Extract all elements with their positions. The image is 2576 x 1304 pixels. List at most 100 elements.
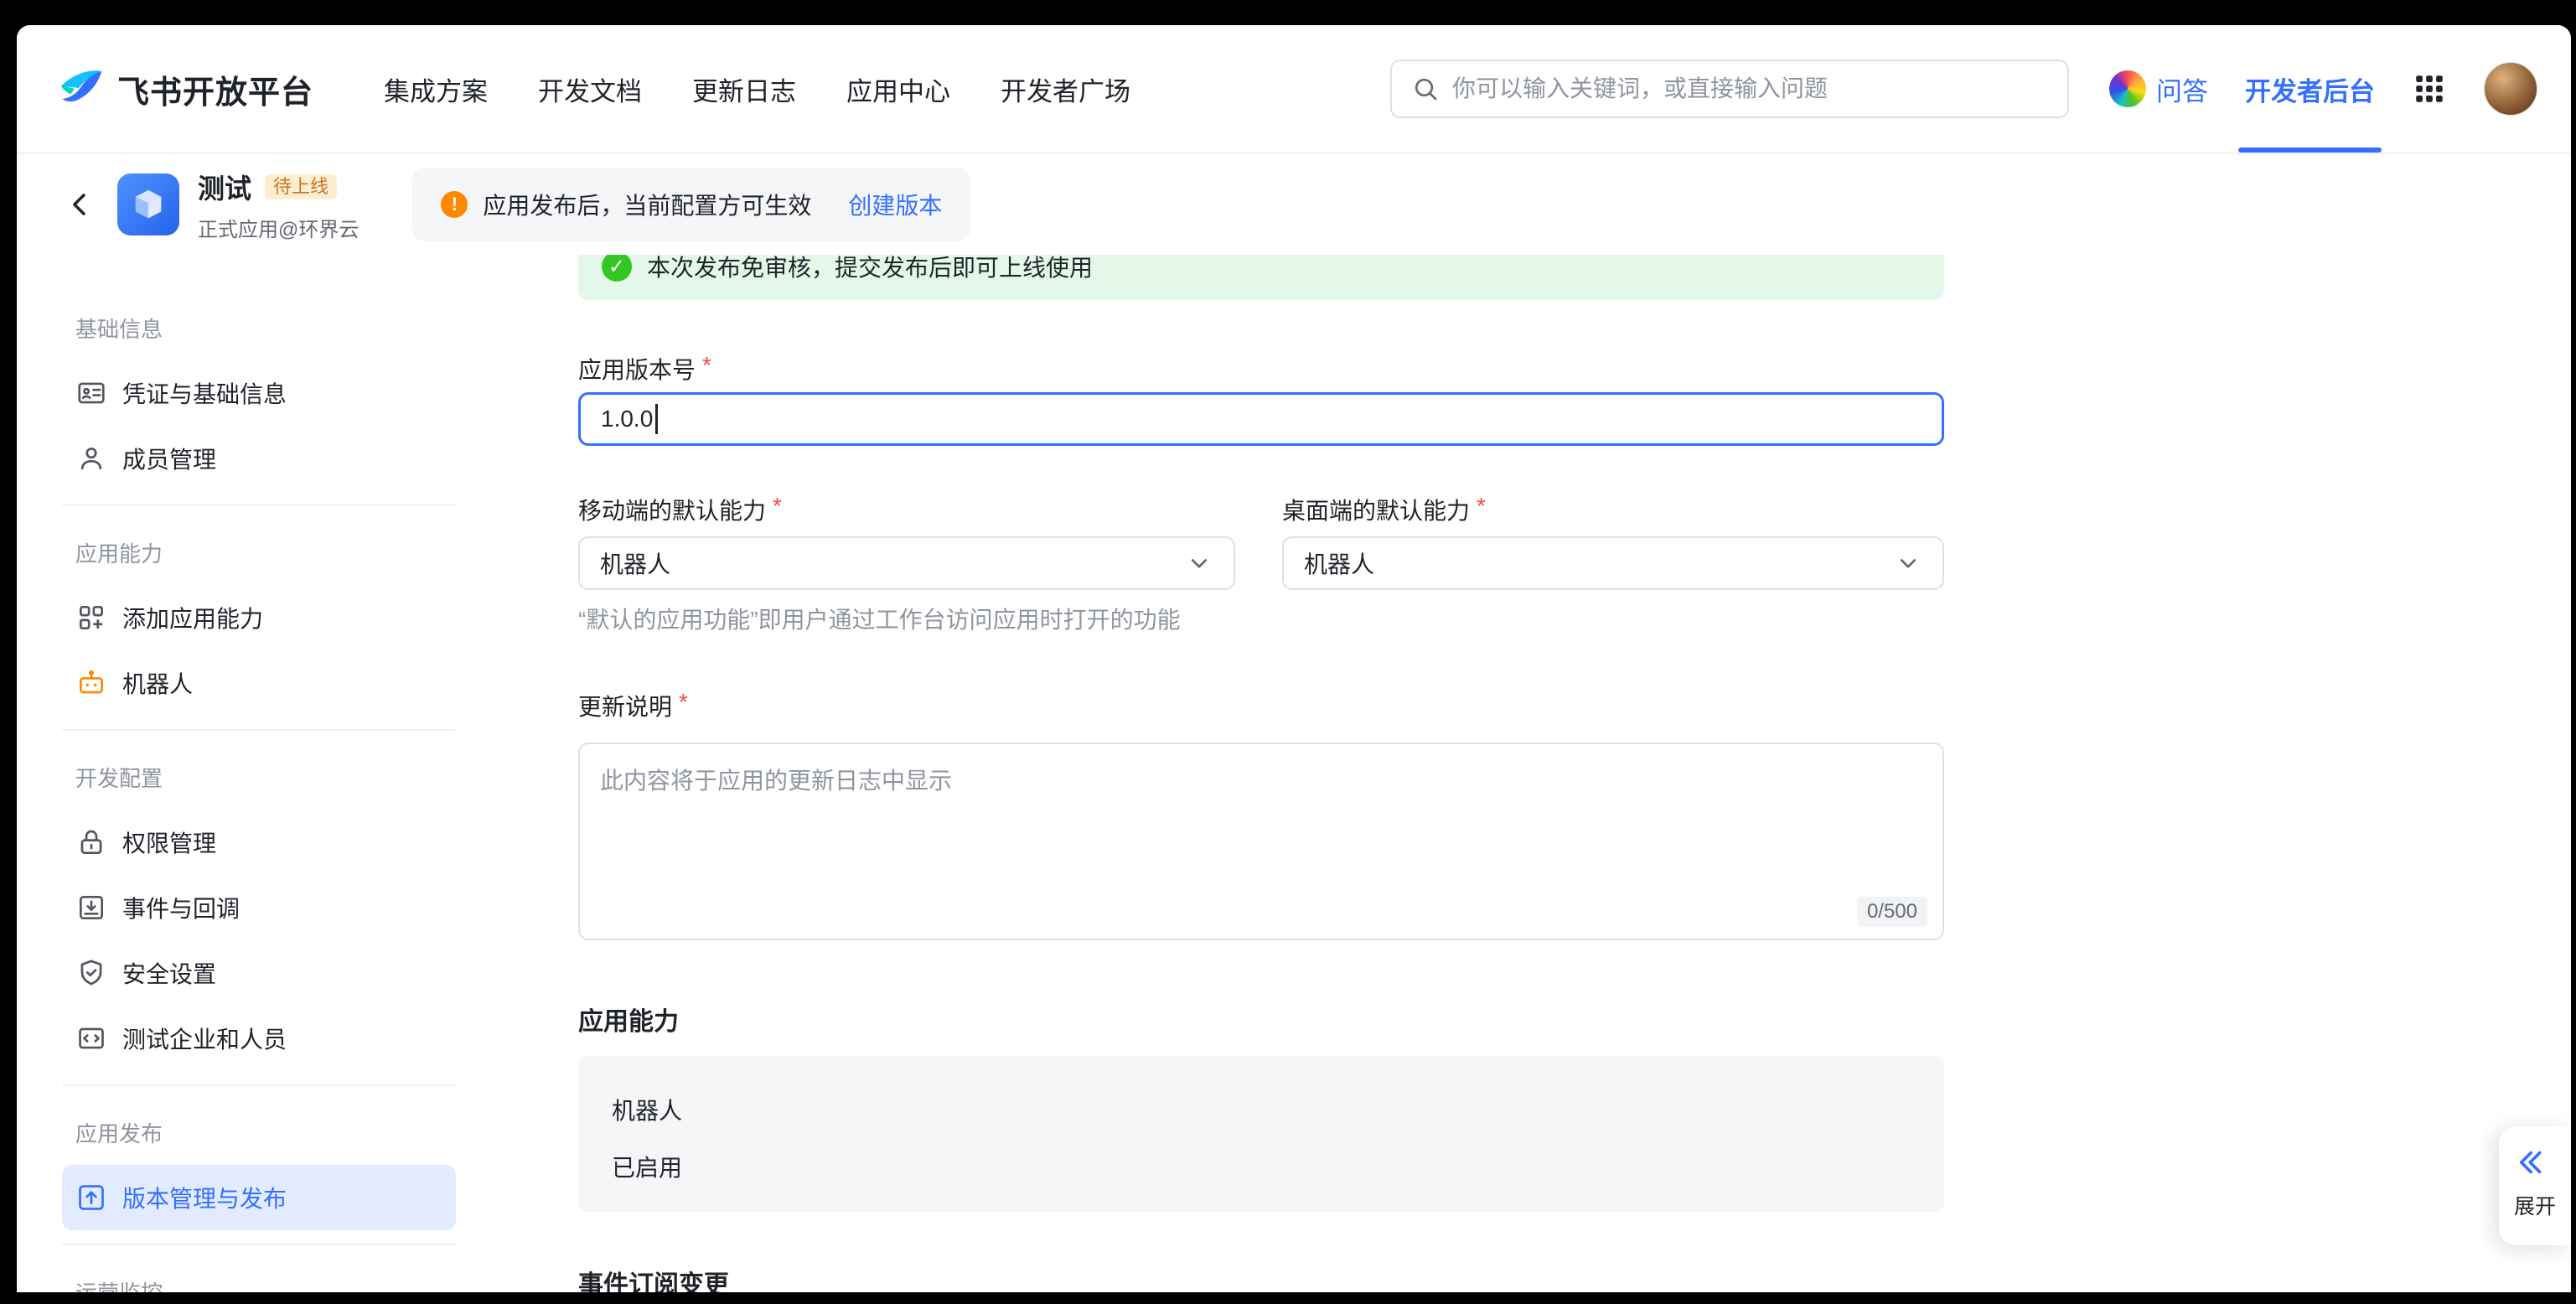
user-avatar[interactable]: [2484, 62, 2537, 116]
sidebar-section-release: 应用发布: [62, 1100, 456, 1165]
required-mark: *: [773, 493, 782, 526]
sidebar: 基础信息 凭证与基础信息 成员管理 应用能力 添加应用能力: [17, 255, 481, 1292]
qa-button[interactable]: 问答: [2109, 70, 2208, 108]
char-counter: 0/500: [1857, 897, 1927, 927]
sidebar-divider: [62, 1244, 456, 1245]
app-meta: 测试 待上线 正式应用@环界云: [198, 168, 359, 242]
cube-icon: [129, 185, 168, 224]
sidebar-item-label: 成员管理: [122, 442, 216, 475]
top-navigation-bar: 飞书开放平台 集成方案 开发文档 更新日志 应用中心 开发者广场 问答 开发者后…: [17, 25, 2571, 154]
sidebar-item-credentials[interactable]: 凭证与基础信息: [62, 360, 456, 426]
capability-section-title: 应用能力: [578, 1001, 1944, 1038]
warning-icon: !: [441, 191, 468, 218]
sidebar-item-events-callbacks[interactable]: 事件与回调: [62, 875, 456, 940]
check-circle-icon: ✓: [602, 255, 632, 282]
lock-icon: [75, 826, 107, 858]
version-value: 1.0.0: [601, 406, 653, 432]
primary-nav: 集成方案 开发文档 更新日志 应用中心 开发者广场: [384, 70, 1130, 108]
add-grid-icon: [75, 602, 107, 634]
code-brackets-icon: [75, 1022, 107, 1054]
expand-label: 展开: [2514, 1190, 2556, 1220]
feishu-bird-icon: [57, 65, 106, 113]
capability-summary-box: 机器人 已启用: [578, 1056, 1944, 1212]
status-badge: 待上线: [265, 174, 337, 199]
sidebar-item-label: 机器人: [122, 666, 193, 700]
app-logo: [117, 173, 179, 235]
double-chevron-left-icon: [2514, 1145, 2549, 1180]
sidebar-item-label: 安全设置: [122, 956, 216, 990]
select-value: 机器人: [600, 546, 670, 580]
expand-panel-button[interactable]: 展开: [2499, 1126, 2571, 1245]
publish-notice-banner: ! 应用发布后，当前配置方可生效 创建版本: [412, 168, 970, 241]
sidebar-item-bot[interactable]: 机器人: [62, 650, 456, 716]
nav-integration[interactable]: 集成方案: [384, 70, 488, 108]
notes-textarea[interactable]: 此内容将于应用的更新日志中显示 0/500: [578, 743, 1944, 940]
select-value: 机器人: [1304, 546, 1374, 580]
notice-text: 应用发布后，当前配置方可生效: [483, 188, 811, 221]
app-name: 测试: [198, 168, 251, 206]
qa-rainbow-icon: [2109, 70, 2146, 107]
sidebar-divider: [62, 505, 456, 506]
sidebar-item-test-org[interactable]: 测试企业和人员: [62, 1006, 456, 1071]
global-search[interactable]: [1390, 60, 2069, 118]
capability-hint: “默认的应用功能”即用户通过工作台访问应用时打开的功能: [578, 602, 1944, 635]
create-version-link[interactable]: 创建版本: [848, 188, 942, 221]
event-inbox-icon: [75, 892, 107, 924]
success-banner: ✓ 本次发布免审核，提交发布后即可上线使用: [578, 255, 1944, 300]
mobile-capability-label: 移动端的默认能力 *: [578, 493, 1235, 526]
qa-label: 问答: [2156, 70, 2208, 108]
search-input[interactable]: [1452, 75, 2049, 102]
notes-placeholder: 此内容将于应用的更新日志中显示: [600, 768, 952, 794]
chevron-down-icon: [1185, 549, 1213, 577]
version-label: 应用版本号 *: [578, 352, 1944, 386]
chevron-left-icon: [65, 189, 96, 220]
logo-text: 飞书开放平台: [117, 66, 313, 112]
sidebar-divider: [62, 729, 456, 731]
notes-label: 更新说明 *: [578, 689, 1944, 722]
sidebar-item-add-capability[interactable]: 添加应用能力: [62, 585, 456, 650]
tab-developer-console[interactable]: 开发者后台: [2245, 25, 2375, 153]
required-mark: *: [1477, 493, 1486, 526]
shield-check-icon: [75, 957, 107, 989]
sidebar-section-operations: 运营监控: [62, 1259, 456, 1292]
sidebar-item-label: 权限管理: [122, 825, 216, 859]
browser-window: 飞书开放平台 集成方案 开发文档 更新日志 应用中心 开发者广场 问答 开发者后…: [17, 25, 2571, 1292]
nav-docs[interactable]: 开发文档: [538, 70, 642, 108]
id-card-icon: [75, 377, 107, 409]
app-header-bar: 测试 待上线 正式应用@环界云 ! 应用发布后，当前配置方可生效 创建版本: [17, 154, 2571, 255]
sidebar-item-permissions[interactable]: 权限管理: [62, 810, 456, 875]
sidebar-item-label: 事件与回调: [122, 891, 240, 924]
desktop-capability-select[interactable]: 机器人: [1282, 536, 1944, 590]
text-caret: [655, 404, 658, 434]
nav-changelog[interactable]: 更新日志: [692, 70, 796, 108]
back-button[interactable]: [57, 181, 104, 228]
sidebar-divider: [62, 1084, 456, 1086]
event-section-title: 事件订阅变更: [578, 1264, 1944, 1292]
chevron-down-icon: [1894, 549, 1922, 577]
version-input[interactable]: 1.0.0: [578, 392, 1944, 446]
nav-app-center[interactable]: 应用中心: [846, 70, 950, 108]
sidebar-section-capabilities: 应用能力: [62, 520, 456, 585]
search-icon: [1410, 74, 1441, 104]
required-mark: *: [702, 352, 711, 379]
sidebar-section-dev-config: 开发配置: [62, 744, 456, 810]
apps-grid-icon[interactable]: [2412, 71, 2447, 106]
nav-dev-plaza[interactable]: 开发者广场: [1001, 70, 1130, 108]
sidebar-section-basic-info: 基础信息: [62, 295, 456, 360]
person-icon: [75, 442, 107, 474]
capability-status: 已启用: [612, 1150, 1911, 1183]
console-label: 开发者后台: [2245, 70, 2375, 108]
app-subtitle: 正式应用@环界云: [198, 213, 359, 242]
success-banner-text: 本次发布免审核，提交发布后即可上线使用: [647, 255, 1093, 283]
topbar-right-cluster: 问答 开发者后台: [2109, 25, 2537, 153]
sidebar-item-label: 版本管理与发布: [122, 1181, 287, 1214]
sidebar-item-label: 测试企业和人员: [122, 1022, 287, 1055]
mobile-capability-select[interactable]: 机器人: [578, 536, 1235, 590]
feishu-logo[interactable]: 飞书开放平台: [57, 65, 313, 113]
sidebar-item-security[interactable]: 安全设置: [62, 940, 456, 1006]
body-row: 基础信息 凭证与基础信息 成员管理 应用能力 添加应用能力: [17, 255, 2571, 1292]
sidebar-item-version-release[interactable]: 版本管理与发布: [62, 1165, 456, 1230]
desktop-capability-label: 桌面端的默认能力 *: [1282, 493, 1944, 526]
main-content: ✓ 本次发布免审核，提交发布后即可上线使用 应用版本号 * 1.0.0 移动端的…: [481, 255, 2571, 1292]
sidebar-item-members[interactable]: 成员管理: [62, 426, 456, 491]
